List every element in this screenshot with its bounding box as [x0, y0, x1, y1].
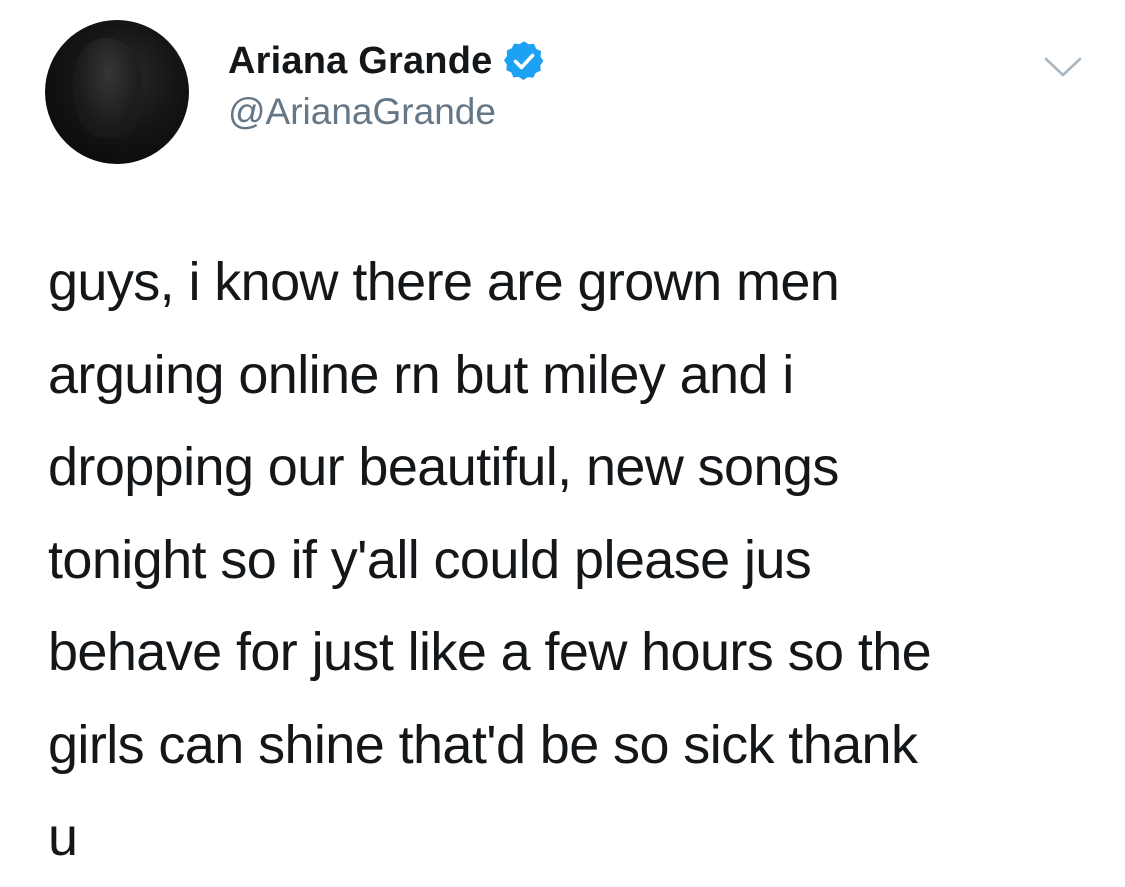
avatar[interactable] — [45, 20, 189, 164]
author-row: Ariana Grande — [228, 38, 544, 84]
author-name[interactable]: Ariana Grande — [228, 40, 492, 83]
chevron-down-icon[interactable] — [1043, 53, 1083, 81]
tweet-text: guys, i know there are grown men arguing… — [48, 252, 932, 867]
verified-badge-icon — [504, 41, 544, 81]
avatar-photo — [73, 38, 143, 138]
author-handle[interactable]: @ArianaGrande — [228, 91, 496, 133]
